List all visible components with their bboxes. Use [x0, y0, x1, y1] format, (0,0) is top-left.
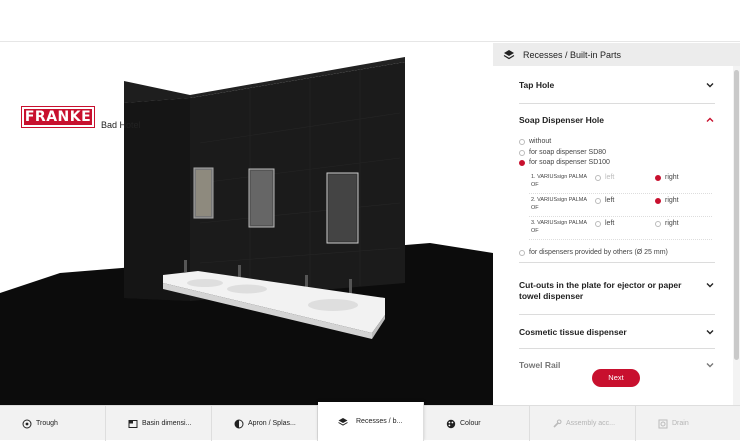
drain-icon: [658, 419, 668, 429]
option-label: left: [605, 197, 615, 204]
option-label: right: [665, 197, 679, 204]
position-name: 2. VARIUSsign PALMA OF: [531, 197, 587, 211]
panel-header: Recesses / Built-in Parts: [493, 43, 740, 66]
radio-right[interactable]: [655, 174, 661, 181]
position-left-option[interactable]: left: [595, 220, 614, 227]
radio-left[interactable]: [595, 174, 601, 181]
dimensions-icon: [128, 420, 138, 428]
franke-logo: FRANKE: [21, 106, 95, 128]
palette-icon: [446, 419, 456, 429]
layers-icon: [338, 418, 348, 426]
tab-drain[interactable]: Drain: [636, 406, 740, 441]
section-title: Cut-outs in the plate for ejector or pap…: [519, 280, 682, 301]
panel-title: Recesses / Built-in Parts: [523, 49, 622, 60]
section-soap-dispenser[interactable]: Soap Dispenser Hole: [519, 115, 715, 129]
step-tab-bar: Trough Basin dimensi... Apron / Splas...…: [0, 402, 740, 441]
option-label: for dispensers provided by others (Ø 25 …: [529, 249, 668, 256]
section-cosmetic[interactable]: Cosmetic tissue dispenser: [519, 327, 715, 349]
radio-left[interactable]: [595, 197, 601, 204]
option-sd80[interactable]: for soap dispenser SD80: [519, 149, 606, 156]
tab-label: Assembly acc...: [566, 420, 616, 427]
radio-sd100[interactable]: [519, 159, 525, 166]
next-button[interactable]: Next: [592, 369, 640, 387]
section-title: Tap Hole: [519, 80, 555, 90]
scrollbar[interactable]: [733, 66, 740, 405]
mirror-1: [193, 167, 214, 219]
top-bar: [0, 0, 740, 42]
radio-sd80[interactable]: [519, 149, 525, 156]
position-name: 1. VARIUSsign PALMA OF: [531, 174, 587, 188]
tab-label: Drain: [672, 420, 689, 427]
position-row-3: 3. VARIUSsign PALMA OF left right: [529, 218, 712, 240]
chevron-down-icon[interactable]: [705, 327, 715, 337]
option-label: left: [605, 220, 615, 227]
scrollbar-thumb[interactable]: [734, 70, 739, 360]
tab-label: Colour: [460, 420, 481, 427]
chevron-up-icon[interactable]: [705, 115, 715, 125]
chevron-down-icon[interactable]: [705, 360, 715, 370]
position-left-option[interactable]: left: [595, 197, 614, 204]
option-label: for soap dispenser SD100: [529, 159, 610, 166]
tab-label: Apron / Splas...: [248, 420, 296, 427]
section-title: Soap Dispenser Hole: [519, 115, 605, 125]
wrench-icon: [553, 419, 562, 428]
tab-label: Trough: [36, 420, 58, 427]
tab-apron[interactable]: Apron / Splas...: [212, 406, 318, 441]
tab-basin-dimensions[interactable]: Basin dimensi...: [106, 406, 212, 441]
divider: [519, 262, 715, 263]
chevron-down-icon[interactable]: [705, 280, 715, 290]
tab-label: Recesses / b...: [356, 418, 403, 425]
basin-scene: [0, 57, 493, 405]
3d-viewport[interactable]: FRANKE Bad Hotel 3D 2D: [0, 43, 493, 405]
project-subtitle: Bad Hotel: [101, 120, 141, 130]
layers-icon: [503, 49, 515, 59]
option-label: without: [529, 138, 552, 145]
tab-assembly[interactable]: Assembly acc...: [530, 406, 636, 441]
half-circle-icon: [234, 419, 244, 429]
section-title: Cosmetic tissue dispenser: [519, 327, 627, 337]
panel-scroll-area[interactable]: Tap Hole Soap Dispenser Hole without for…: [493, 66, 733, 405]
radio-without[interactable]: [519, 138, 525, 145]
radio-right[interactable]: [655, 197, 661, 204]
option-label: right: [665, 174, 679, 181]
position-right-option[interactable]: right: [655, 220, 679, 227]
tab-label: Basin dimensi...: [142, 420, 192, 427]
chevron-down-icon[interactable]: [705, 80, 715, 90]
target-icon: [22, 419, 32, 429]
position-row-1: 1. VARIUSsign PALMA OF left right: [529, 172, 712, 194]
config-panel: Recesses / Built-in Parts Tap Hole Soap …: [493, 43, 740, 405]
option-others[interactable]: for dispensers provided by others (Ø 25 …: [519, 249, 668, 256]
radio-right[interactable]: [655, 220, 661, 227]
section-cutouts[interactable]: Cut-outs in the plate for ejector or pap…: [519, 280, 715, 315]
radio-others[interactable]: [519, 249, 525, 256]
mirror-3: [326, 172, 359, 244]
option-sd100[interactable]: for soap dispenser SD100: [519, 159, 610, 166]
section-tap-hole[interactable]: Tap Hole: [519, 80, 715, 104]
position-left-option[interactable]: left: [595, 174, 614, 181]
position-right-option[interactable]: right: [655, 197, 679, 204]
position-right-option[interactable]: right: [655, 174, 679, 181]
position-name: 3. VARIUSsign PALMA OF: [531, 220, 587, 234]
tab-recesses[interactable]: Recesses / b...: [318, 402, 424, 441]
radio-left[interactable]: [595, 220, 601, 227]
mirror-2: [248, 168, 275, 228]
option-label: for soap dispenser SD80: [529, 149, 607, 156]
position-row-2: 2. VARIUSsign PALMA OF left right: [529, 195, 712, 217]
option-label: left: [605, 174, 615, 181]
option-label: right: [665, 220, 679, 227]
tab-colour[interactable]: Colour: [424, 406, 530, 441]
tab-trough[interactable]: Trough: [0, 406, 106, 441]
option-without[interactable]: without: [519, 138, 551, 145]
